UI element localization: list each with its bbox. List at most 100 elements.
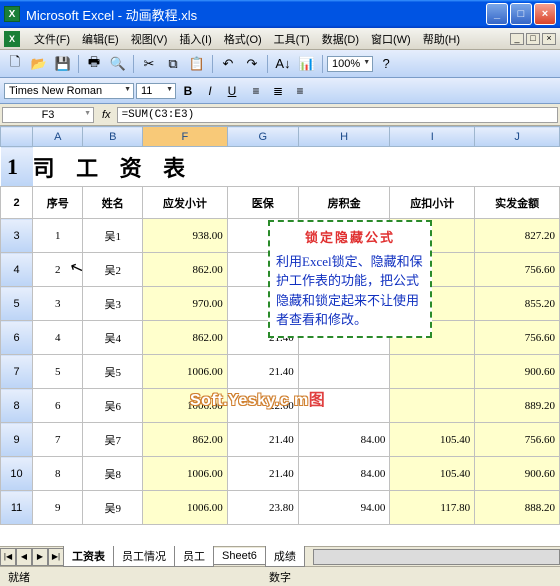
cell[interactable]: 105.40	[390, 457, 475, 491]
fx-label[interactable]: fx	[96, 109, 117, 121]
cell[interactable]: 970.00	[143, 287, 228, 321]
cell[interactable]: 862.00	[143, 423, 228, 457]
col-label[interactable]: 应发小计	[143, 187, 228, 219]
align-left-button[interactable]: ≡	[246, 81, 266, 101]
cell[interactable]: 23.80	[227, 491, 298, 525]
menu-data[interactable]: 数据(D)	[316, 29, 365, 49]
row-header[interactable]: 4	[1, 253, 33, 287]
sheet-tab[interactable]: Sheet6	[213, 548, 266, 565]
cell[interactable]: 吴5	[83, 355, 143, 389]
row-header[interactable]: 2	[1, 187, 33, 219]
cell[interactable]: 吴7	[83, 423, 143, 457]
formula-input[interactable]: =SUM(C3:E3)	[117, 107, 558, 123]
tab-nav-prev[interactable]: ◀	[16, 548, 32, 566]
menu-file[interactable]: 文件(F)	[28, 29, 76, 49]
cell[interactable]	[390, 355, 475, 389]
cell[interactable]: 吴9	[83, 491, 143, 525]
print-icon[interactable]: 🖶	[83, 53, 105, 75]
cell[interactable]: 1	[33, 219, 83, 253]
row-header[interactable]: 8	[1, 389, 33, 423]
cell[interactable]: 1006.00	[143, 491, 228, 525]
cell[interactable]: 8	[33, 457, 83, 491]
minimize-button[interactable]: _	[486, 3, 508, 25]
cell[interactable]: 888.20	[475, 491, 560, 525]
cell[interactable]: 吴3	[83, 287, 143, 321]
font-size-select[interactable]: 11	[136, 83, 176, 99]
bold-button[interactable]: B	[178, 81, 198, 101]
col-label[interactable]: 序号	[33, 187, 83, 219]
cell[interactable]	[390, 389, 475, 423]
menu-tools[interactable]: 工具(T)	[268, 29, 316, 49]
col-label[interactable]: 姓名	[83, 187, 143, 219]
menu-insert[interactable]: 插入(I)	[173, 29, 217, 49]
cell[interactable]: 吴4	[83, 321, 143, 355]
menu-format[interactable]: 格式(O)	[218, 29, 268, 49]
sort-icon[interactable]: A↓	[272, 53, 294, 75]
col-label[interactable]: 医保	[227, 187, 298, 219]
cell[interactable]: 5	[33, 355, 83, 389]
redo-icon[interactable]: ↷	[241, 53, 263, 75]
col-header[interactable]: G	[227, 127, 298, 147]
col-header[interactable]: B	[83, 127, 143, 147]
cell[interactable]: 1006.00	[143, 389, 228, 423]
cell[interactable]: 吴2	[83, 253, 143, 287]
cell[interactable]: 862.00	[143, 321, 228, 355]
tab-nav-next[interactable]: ▶	[32, 548, 48, 566]
undo-icon[interactable]: ↶	[217, 53, 239, 75]
cell[interactable]: 862.00	[143, 253, 228, 287]
cell[interactable]: 吴6	[83, 389, 143, 423]
h-scrollbar[interactable]	[313, 549, 560, 565]
cell[interactable]: 900.60	[475, 355, 560, 389]
app-menu-icon[interactable]: X	[4, 31, 20, 47]
cell[interactable]: 7	[33, 423, 83, 457]
mdi-minimize-button[interactable]: _	[510, 33, 524, 45]
row-header[interactable]: 1	[1, 147, 33, 187]
maximize-button[interactable]: □	[510, 3, 532, 25]
open-icon[interactable]: 📂	[28, 53, 50, 75]
italic-button[interactable]: I	[200, 81, 220, 101]
paste-icon[interactable]: 📋	[186, 53, 208, 75]
row-header[interactable]: 9	[1, 423, 33, 457]
chart-icon[interactable]: 📊	[296, 53, 318, 75]
cell[interactable]: 4	[33, 321, 83, 355]
align-center-button[interactable]: ≣	[268, 81, 288, 101]
row-header[interactable]: 7	[1, 355, 33, 389]
sheet-tab[interactable]: 员工	[174, 546, 214, 567]
cell[interactable]: 105.40	[390, 423, 475, 457]
close-button[interactable]: ×	[534, 3, 556, 25]
sheet-tab[interactable]: 工资表	[63, 546, 114, 567]
mdi-restore-button[interactable]: □	[526, 33, 540, 45]
cell[interactable]: 889.20	[475, 389, 560, 423]
underline-button[interactable]: U	[222, 81, 242, 101]
row-header[interactable]: 10	[1, 457, 33, 491]
menu-help[interactable]: 帮助(H)	[417, 29, 466, 49]
menu-view[interactable]: 视图(V)	[125, 29, 174, 49]
tab-nav-first[interactable]: |◀	[0, 548, 16, 566]
row-header[interactable]: 5	[1, 287, 33, 321]
col-header[interactable]: A	[33, 127, 83, 147]
col-label[interactable]: 应扣小计	[390, 187, 475, 219]
col-label[interactable]: 房积金	[298, 187, 390, 219]
cell[interactable]: 84.00	[298, 423, 390, 457]
cell[interactable]: 117.80	[390, 491, 475, 525]
cell[interactable]: 756.60	[475, 321, 560, 355]
row-header[interactable]: 3	[1, 219, 33, 253]
new-icon[interactable]: 🗋	[4, 53, 26, 75]
cell[interactable]: 吴8	[83, 457, 143, 491]
col-header[interactable]: H	[298, 127, 390, 147]
cell[interactable]: 756.60	[475, 253, 560, 287]
cell[interactable]: 855.20	[475, 287, 560, 321]
save-icon[interactable]: 💾	[52, 53, 74, 75]
zoom-select[interactable]: 100%	[327, 56, 373, 72]
tab-nav-last[interactable]: ▶|	[48, 548, 64, 566]
row-header[interactable]: 11	[1, 491, 33, 525]
cell[interactable]: 1006.00	[143, 457, 228, 491]
cell[interactable]: 吴1	[83, 219, 143, 253]
align-right-button[interactable]: ≡	[290, 81, 310, 101]
cell[interactable]	[298, 389, 390, 423]
cell[interactable]: 84.00	[298, 457, 390, 491]
cell[interactable]: 21.40	[227, 355, 298, 389]
cut-icon[interactable]: ✂	[138, 53, 160, 75]
cell[interactable]: 94.00	[298, 491, 390, 525]
spreadsheet-grid[interactable]: A B F G H I J 1 司 工 资 表 2 序号 姓名 应发小计 医保 …	[0, 126, 560, 546]
